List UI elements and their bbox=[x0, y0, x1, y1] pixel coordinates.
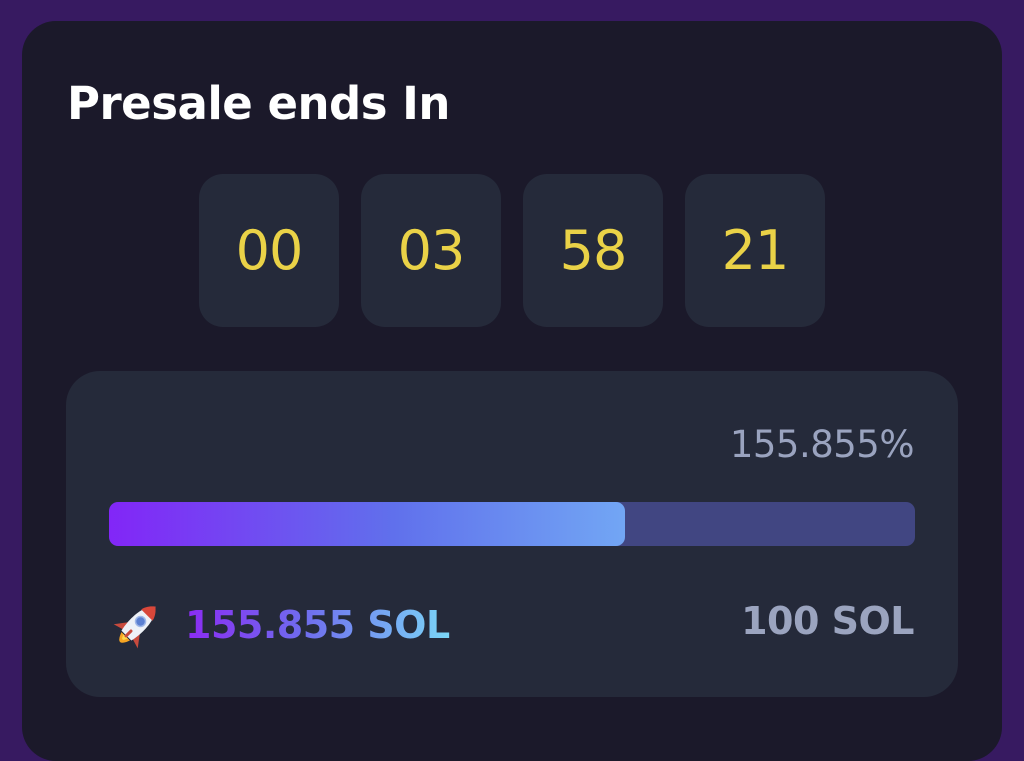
countdown-seconds: 21 bbox=[721, 219, 790, 282]
goal-amount: 100 SOL bbox=[741, 599, 914, 643]
countdown-box-hours: 03 bbox=[361, 174, 501, 327]
presale-card: Presale ends In 00 03 58 21 155.855% 155… bbox=[22, 21, 1002, 761]
raised-amount: 155.855 SOL bbox=[185, 603, 450, 647]
progress-percent: 155.855% bbox=[729, 423, 915, 466]
progress-bar-fill bbox=[109, 502, 625, 546]
countdown-box-seconds: 21 bbox=[685, 174, 825, 327]
rocket-icon bbox=[107, 595, 167, 655]
progress-bar bbox=[109, 502, 915, 546]
countdown-box-days: 00 bbox=[199, 174, 339, 327]
countdown-hours: 03 bbox=[397, 219, 466, 282]
countdown-minutes: 58 bbox=[559, 219, 628, 282]
countdown-days: 00 bbox=[235, 219, 304, 282]
countdown-timer: 00 03 58 21 bbox=[199, 174, 825, 327]
raised-amount-row: 155.855 SOL bbox=[107, 595, 450, 655]
progress-panel: 155.855% 155.855 SOL 100 SOL bbox=[66, 371, 958, 697]
countdown-box-minutes: 58 bbox=[523, 174, 663, 327]
presale-title: Presale ends In bbox=[67, 77, 450, 130]
